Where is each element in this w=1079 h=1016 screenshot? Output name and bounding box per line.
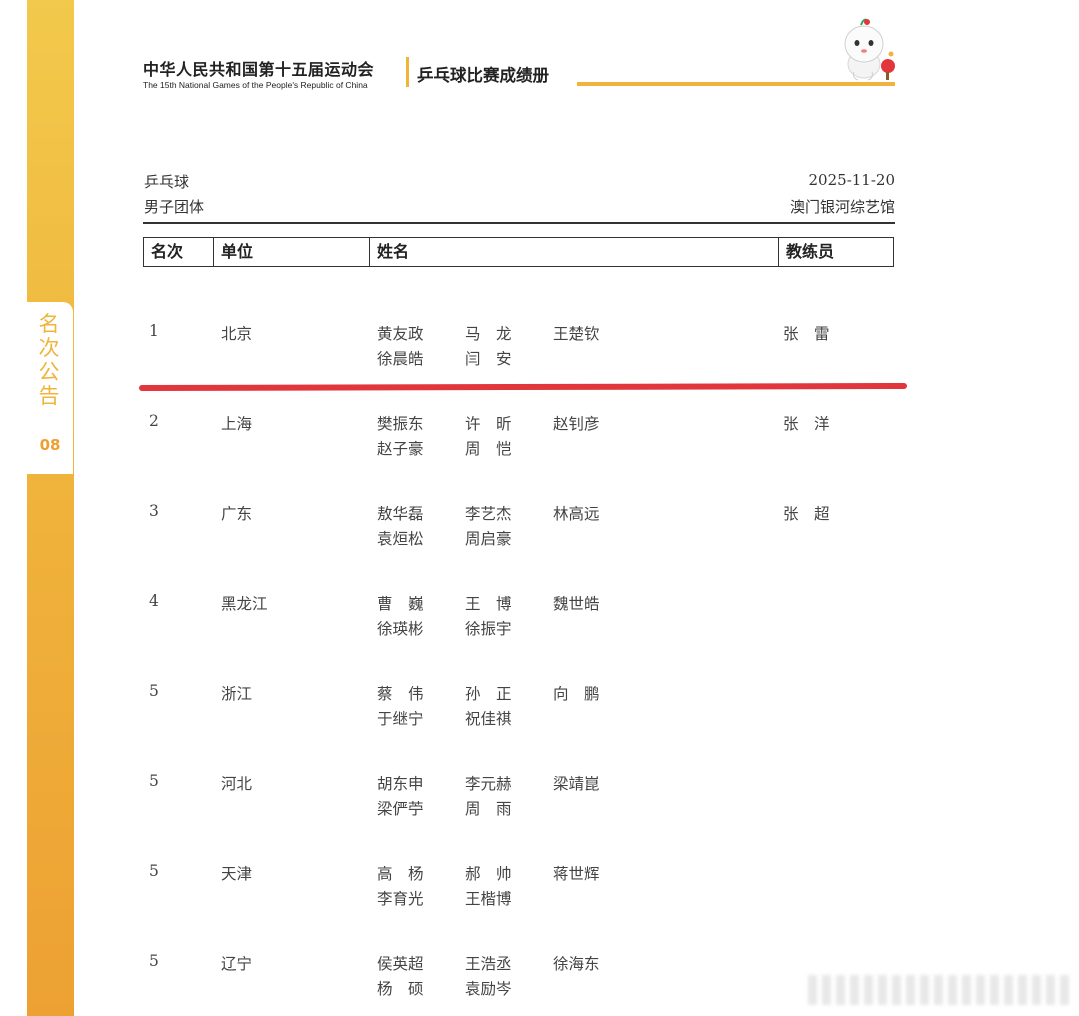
- unit-cell: 浙江: [221, 685, 253, 703]
- athlete-name: 高 杨: [377, 865, 424, 883]
- rank-cell: 5: [149, 862, 159, 880]
- unit-cell: 北京: [221, 325, 253, 343]
- athlete-name: 赵钊彦: [553, 415, 600, 433]
- athlete-name: 赵子豪: [377, 440, 424, 458]
- athlete-name: 李艺杰: [465, 505, 512, 523]
- athlete-name: 于继宁: [377, 710, 424, 728]
- coach-cell: 张 雷: [783, 325, 830, 343]
- unit-cell: 黑龙江: [221, 595, 268, 613]
- athlete-name: 孙 正: [465, 685, 512, 703]
- unit-cell: 广东: [221, 505, 253, 523]
- event-date: 2025-11-20: [808, 171, 895, 189]
- rank-cell: 5: [149, 772, 159, 790]
- rank-cell: 5: [149, 682, 159, 700]
- highlight-underline: [138, 382, 908, 392]
- athlete-name: 蒋世辉: [553, 865, 600, 883]
- coach-cell: 张 洋: [783, 415, 830, 433]
- coach-cell: 张 超: [783, 505, 830, 523]
- event-label: 男子团体: [144, 198, 205, 216]
- header-unit: 单位: [213, 238, 369, 266]
- event-venue: 澳门银河综艺馆: [789, 198, 895, 216]
- unit-cell: 天津: [221, 865, 253, 883]
- athlete-name: 李元赫: [465, 775, 512, 793]
- athlete-name: 梁俨苧: [377, 800, 424, 818]
- sidebar-band: [27, 0, 74, 1016]
- sport-label: 乒乓球: [144, 173, 190, 191]
- athlete-name: 梁靖崑: [553, 775, 600, 793]
- header-names: 姓名: [369, 238, 778, 266]
- athlete-name: 许 昕: [465, 415, 512, 433]
- header-divider: [406, 57, 409, 87]
- athlete-name: 杨 硕: [377, 980, 424, 998]
- rank-cell: 4: [149, 592, 159, 610]
- athlete-name: 侯英超: [377, 955, 424, 973]
- header-rank: 名次: [151, 242, 184, 261]
- header-rule: [577, 82, 895, 86]
- athlete-name: 徐海东: [553, 955, 600, 973]
- athlete-name: 王浩丞: [465, 955, 512, 973]
- athlete-name: 徐瑛彬: [377, 620, 424, 638]
- athlete-name: 周启豪: [465, 530, 512, 548]
- rank-cell: 2: [149, 412, 159, 430]
- unit-cell: 河北: [221, 775, 253, 793]
- athlete-name: 祝佳祺: [465, 710, 512, 728]
- athlete-name: 周 恺: [465, 440, 512, 458]
- athlete-name: 周 雨: [465, 800, 512, 818]
- athlete-name: 闫 安: [465, 350, 512, 368]
- unit-cell: 上海: [221, 415, 253, 433]
- athlete-name: 樊振东: [377, 415, 424, 433]
- table-header: 名次 单位 姓名 教练员: [143, 237, 894, 267]
- athlete-name: 王 博: [465, 595, 512, 613]
- athlete-name: 郝 帅: [465, 865, 512, 883]
- athlete-name: 袁烜松: [377, 530, 424, 548]
- athlete-name: 林高远: [553, 505, 600, 523]
- mascot-logo: [844, 18, 895, 81]
- page-number: 08: [39, 436, 61, 454]
- athlete-name: 胡东申: [377, 775, 424, 793]
- athlete-name: 李育光: [377, 890, 424, 908]
- unit-cell: 辽宁: [221, 955, 253, 973]
- athlete-name: 徐晨皓: [377, 350, 424, 368]
- book-title: 乒乓球比赛成绩册: [417, 66, 549, 85]
- games-title-en: The 15th National Games of the People's …: [143, 80, 368, 90]
- athlete-name: 蔡 伟: [377, 685, 424, 703]
- rank-cell: 1: [149, 322, 159, 340]
- athlete-name: 向 鹏: [553, 685, 600, 703]
- athlete-name: 曹 巍: [377, 595, 424, 613]
- sidebar-label: 名次公告: [38, 312, 60, 408]
- athlete-name: 徐振宇: [465, 620, 512, 638]
- athlete-name: 马 龙: [465, 325, 512, 343]
- athlete-name: 袁励岑: [465, 980, 512, 998]
- watermark: [808, 975, 1070, 1005]
- athlete-name: 敖华磊: [377, 505, 424, 523]
- top-rule: [143, 222, 895, 224]
- header-coach: 教练员: [778, 238, 893, 266]
- athlete-name: 黄友政: [377, 325, 424, 343]
- athlete-name: 魏世皓: [553, 595, 600, 613]
- games-title-cn: 中华人民共和国第十五届运动会: [143, 60, 375, 79]
- rank-cell: 5: [149, 952, 159, 970]
- athlete-name: 王楚钦: [553, 325, 600, 343]
- athlete-name: 王楷博: [465, 890, 512, 908]
- rank-cell: 3: [149, 502, 159, 520]
